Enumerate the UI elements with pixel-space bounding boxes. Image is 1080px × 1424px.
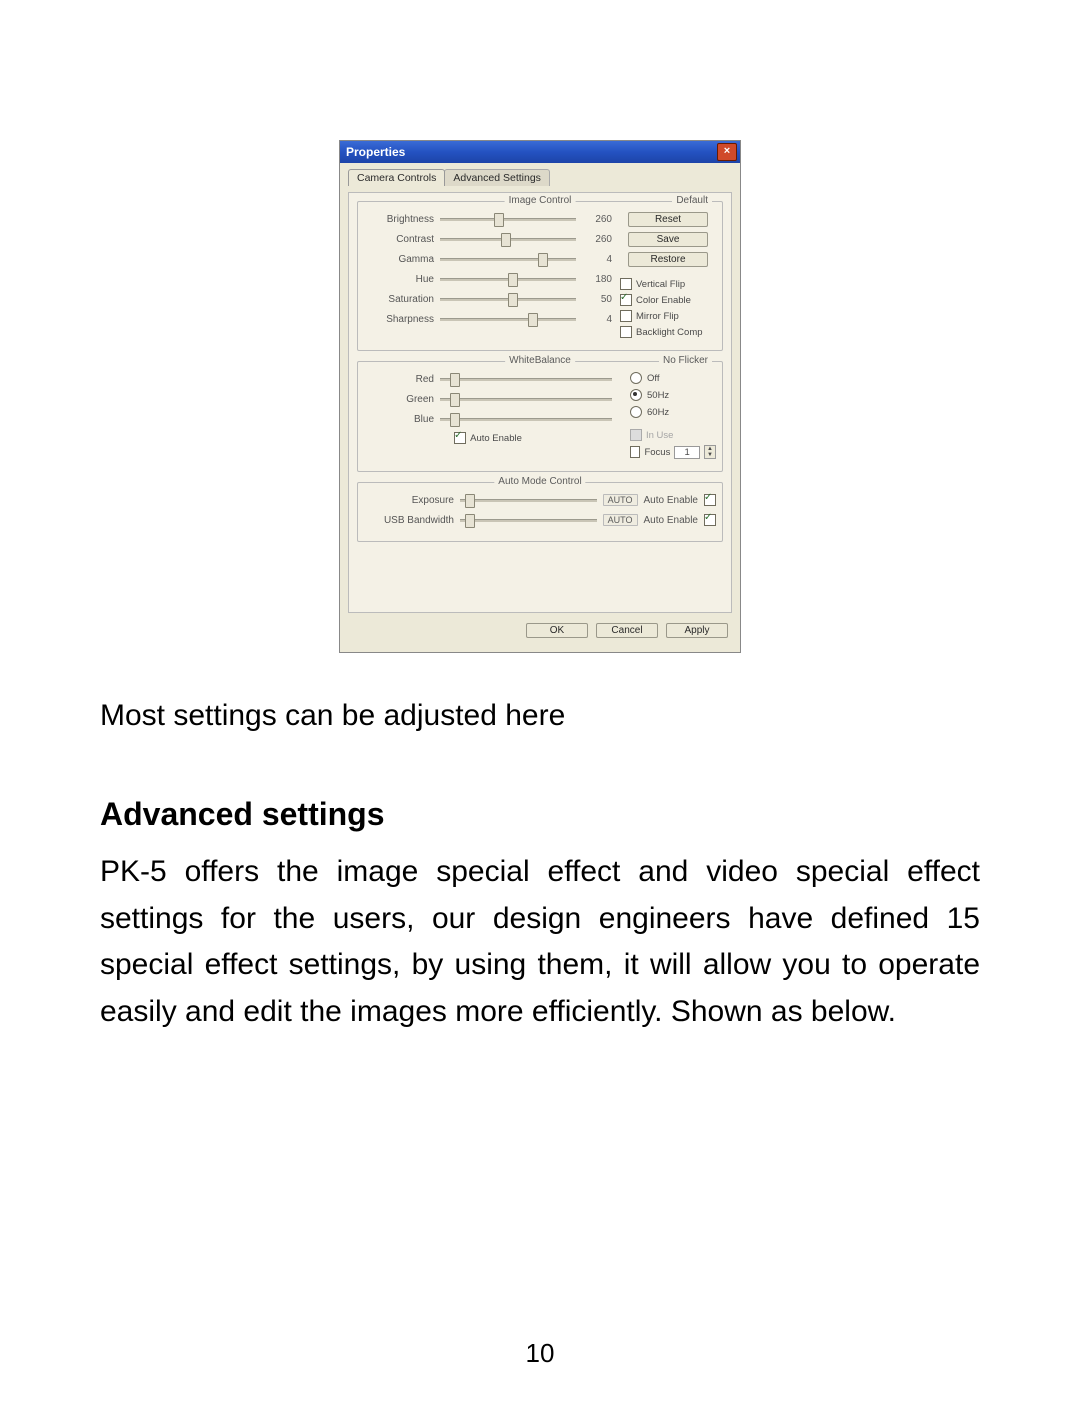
checkbox-label: Auto Enable xyxy=(644,495,699,506)
flicker-off-radio[interactable] xyxy=(630,372,642,384)
focus-checkbox[interactable] xyxy=(630,446,640,458)
wb-blue-slider[interactable] xyxy=(440,412,612,426)
tab-advanced-settings[interactable]: Advanced Settings xyxy=(444,169,550,186)
white-balance-group: WhiteBalance No Flicker Red Green xyxy=(357,361,723,472)
checkbox-label: Auto Enable xyxy=(644,515,699,526)
auto-badge: AUTO xyxy=(603,514,638,526)
checkbox-label: Backlight Comp xyxy=(636,327,703,338)
checkbox-label: Vertical Flip xyxy=(636,279,685,290)
slider-label: Red xyxy=(364,374,434,385)
dialog: Properties × Camera Controls Advanced Se… xyxy=(340,141,740,652)
slider-value: 260 xyxy=(582,234,612,245)
checkbox-label: Auto Enable xyxy=(470,433,522,444)
group-title: No Flicker xyxy=(659,355,712,366)
checkbox-label: Mirror Flip xyxy=(636,311,679,322)
auto-badge: AUTO xyxy=(603,494,638,506)
slider-label: Brightness xyxy=(364,214,434,225)
mirror-flip-checkbox[interactable] xyxy=(620,310,632,322)
apply-button[interactable]: Apply xyxy=(666,623,728,638)
section-heading: Advanced settings xyxy=(100,790,980,840)
slider-label: USB Bandwidth xyxy=(364,515,454,526)
slider-label: Exposure xyxy=(364,495,454,506)
usb-bandwidth-slider[interactable] xyxy=(460,513,597,527)
slider-label: Gamma xyxy=(364,254,434,265)
backlight-comp-checkbox[interactable] xyxy=(620,326,632,338)
inuse-checkbox xyxy=(630,429,642,441)
brightness-slider[interactable] xyxy=(440,212,576,226)
properties-dialog-screenshot: Properties × Camera Controls Advanced Se… xyxy=(339,140,741,653)
auto-mode-group: Auto Mode Control Exposure AUTO Auto Ena… xyxy=(357,482,723,542)
close-icon[interactable]: × xyxy=(717,143,737,161)
slider-value: 180 xyxy=(582,274,612,285)
reset-button[interactable]: Reset xyxy=(628,212,708,227)
slider-value: 260 xyxy=(582,214,612,225)
tab-panel: Image Control Default Brightness 260 Con… xyxy=(348,192,732,613)
page-number: 10 xyxy=(526,1338,555,1369)
checkbox-label: In Use xyxy=(646,430,673,441)
group-title: Auto Mode Control xyxy=(494,476,585,487)
dialog-buttons: OK Cancel Apply xyxy=(348,613,732,642)
ok-button[interactable]: OK xyxy=(526,623,588,638)
slider-label: Blue xyxy=(364,414,434,425)
slider-label: Contrast xyxy=(364,234,434,245)
checkbox-label: Focus xyxy=(644,447,670,458)
slider-label: Sharpness xyxy=(364,314,434,325)
radio-label: 50Hz xyxy=(647,390,669,401)
group-title: Image Control xyxy=(505,195,576,206)
slider-value: 4 xyxy=(582,314,612,325)
document-body: Most settings can be adjusted here Advan… xyxy=(100,693,980,1035)
slider-value: 4 xyxy=(582,254,612,265)
slider-value: 50 xyxy=(582,294,612,305)
focus-value[interactable]: 1 xyxy=(674,446,700,459)
wb-red-slider[interactable] xyxy=(440,372,612,386)
chevron-down-icon[interactable]: ▼ xyxy=(705,452,715,458)
section-paragraph: PK-5 offers the image special effect and… xyxy=(100,849,980,1035)
titlebar: Properties × xyxy=(340,141,740,163)
image-control-group: Image Control Default Brightness 260 Con… xyxy=(357,201,723,351)
radio-label: Off xyxy=(647,373,660,384)
color-enable-checkbox[interactable] xyxy=(620,294,632,306)
hue-slider[interactable] xyxy=(440,272,576,286)
exposure-auto-checkbox[interactable] xyxy=(704,494,716,506)
sharpness-slider[interactable] xyxy=(440,312,576,326)
tab-strip: Camera Controls Advanced Settings xyxy=(348,169,732,186)
radio-label: 60Hz xyxy=(647,407,669,418)
cancel-button[interactable]: Cancel xyxy=(596,623,658,638)
saturation-slider[interactable] xyxy=(440,292,576,306)
figure-caption: Most settings can be adjusted here xyxy=(100,693,980,740)
tab-camera-controls[interactable]: Camera Controls xyxy=(348,169,445,186)
gamma-slider[interactable] xyxy=(440,252,576,266)
group-title: WhiteBalance xyxy=(505,355,575,366)
vertical-flip-checkbox[interactable] xyxy=(620,278,632,290)
save-button[interactable]: Save xyxy=(628,232,708,247)
wb-green-slider[interactable] xyxy=(440,392,612,406)
contrast-slider[interactable] xyxy=(440,232,576,246)
checkbox-label: Color Enable xyxy=(636,295,691,306)
window-title: Properties xyxy=(346,145,405,159)
wb-auto-enable-checkbox[interactable] xyxy=(454,432,466,444)
flicker-50hz-radio[interactable] xyxy=(630,389,642,401)
restore-button[interactable]: Restore xyxy=(628,252,708,267)
flicker-60hz-radio[interactable] xyxy=(630,406,642,418)
focus-spinner[interactable]: ▲▼ xyxy=(704,445,716,459)
slider-label: Hue xyxy=(364,274,434,285)
group-title: Default xyxy=(672,195,712,206)
slider-label: Green xyxy=(364,394,434,405)
exposure-slider[interactable] xyxy=(460,493,597,507)
usb-auto-checkbox[interactable] xyxy=(704,514,716,526)
slider-label: Saturation xyxy=(364,294,434,305)
